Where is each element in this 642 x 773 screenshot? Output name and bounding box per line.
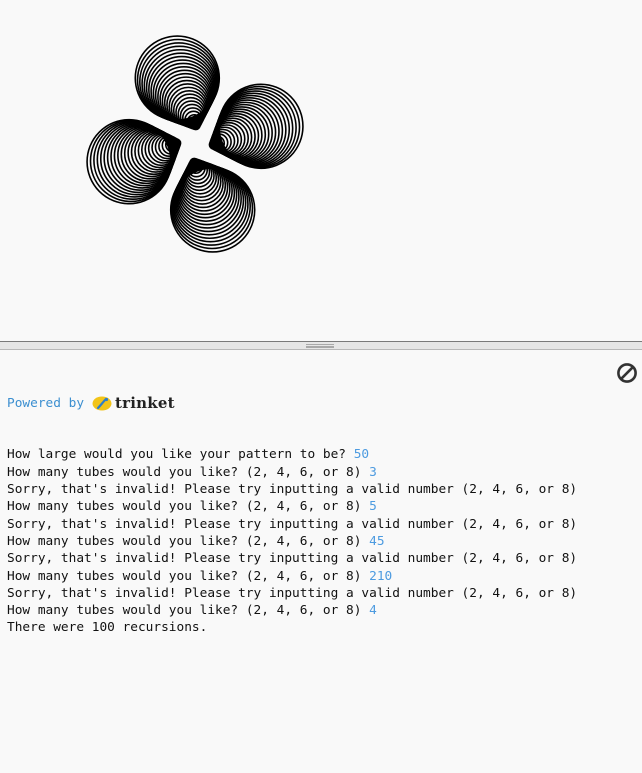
console-user-input: 210	[369, 568, 393, 584]
console-line: Sorry, that's invalid! Please try inputt…	[7, 550, 577, 567]
pane-splitter[interactable]	[0, 341, 642, 350]
tube-lobe	[208, 83, 304, 170]
console-line: Sorry, that's invalid! Please try inputt…	[7, 481, 577, 498]
console-prompt-text: Sorry, that's invalid! Please try inputt…	[7, 516, 578, 532]
console-prompt-text: There were 100 recursions.	[7, 620, 208, 636]
tube-lobe	[169, 157, 256, 253]
console-prompt-text: Sorry, that's invalid! Please try inputt…	[7, 551, 578, 567]
console-user-input: 45	[369, 533, 385, 549]
turtle-canvas	[0, 0, 642, 341]
tube-lobe	[134, 35, 221, 131]
console-lines: Powered by trinket How large would you l…	[7, 360, 577, 637]
console-user-input: 3	[369, 464, 377, 480]
console-prompt-text: Sorry, that's invalid! Please try inputt…	[7, 482, 578, 498]
trinket-brand-name[interactable]: trinket	[115, 394, 175, 412]
console-line: How many tubes would you like? (2, 4, 6,…	[7, 568, 577, 585]
console-line: Sorry, that's invalid! Please try inputt…	[7, 585, 577, 602]
tube-lobe	[86, 118, 182, 205]
console-user-input: 4	[369, 603, 377, 619]
output-console: Powered by trinket How large would you l…	[0, 350, 642, 773]
console-prompt-text: How many tubes would you like? (2, 4, 6,…	[7, 499, 370, 515]
console-prompt-text: Sorry, that's invalid! Please try inputt…	[7, 585, 578, 601]
console-user-input: 50	[353, 447, 370, 463]
console-prompt-text: How large would you like your pattern to…	[7, 447, 354, 463]
console-line: There were 100 recursions.	[7, 619, 577, 636]
console-prompt-text: How many tubes would you like? (2, 4, 6,…	[7, 568, 370, 584]
console-line: How many tubes would you like? (2, 4, 6,…	[7, 533, 577, 550]
console-user-input: 5	[369, 499, 377, 515]
console-line: How many tubes would you like? (2, 4, 6,…	[7, 498, 577, 515]
console-line: How many tubes would you like? (2, 4, 6,…	[7, 602, 577, 619]
no-entry-icon	[617, 363, 637, 383]
powered-by-label[interactable]: Powered by	[7, 395, 84, 412]
clear-output-button[interactable]	[616, 362, 638, 384]
console-line: How large would you like your pattern to…	[7, 446, 577, 463]
console-prompt-text: How many tubes would you like? (2, 4, 6,…	[7, 533, 370, 549]
console-prompt-text: How many tubes would you like? (2, 4, 6,…	[7, 464, 370, 480]
console-line: Sorry, that's invalid! Please try inputt…	[7, 516, 577, 533]
console-line: How many tubes would you like? (2, 4, 6,…	[7, 464, 577, 481]
trinket-logo-icon	[92, 396, 112, 411]
splitter-grip-icon[interactable]	[306, 344, 334, 348]
powered-by-trinket[interactable]: Powered by trinket	[7, 394, 577, 412]
turtle-drawing	[86, 35, 304, 253]
console-prompt-text: How many tubes would you like? (2, 4, 6,…	[7, 603, 370, 619]
